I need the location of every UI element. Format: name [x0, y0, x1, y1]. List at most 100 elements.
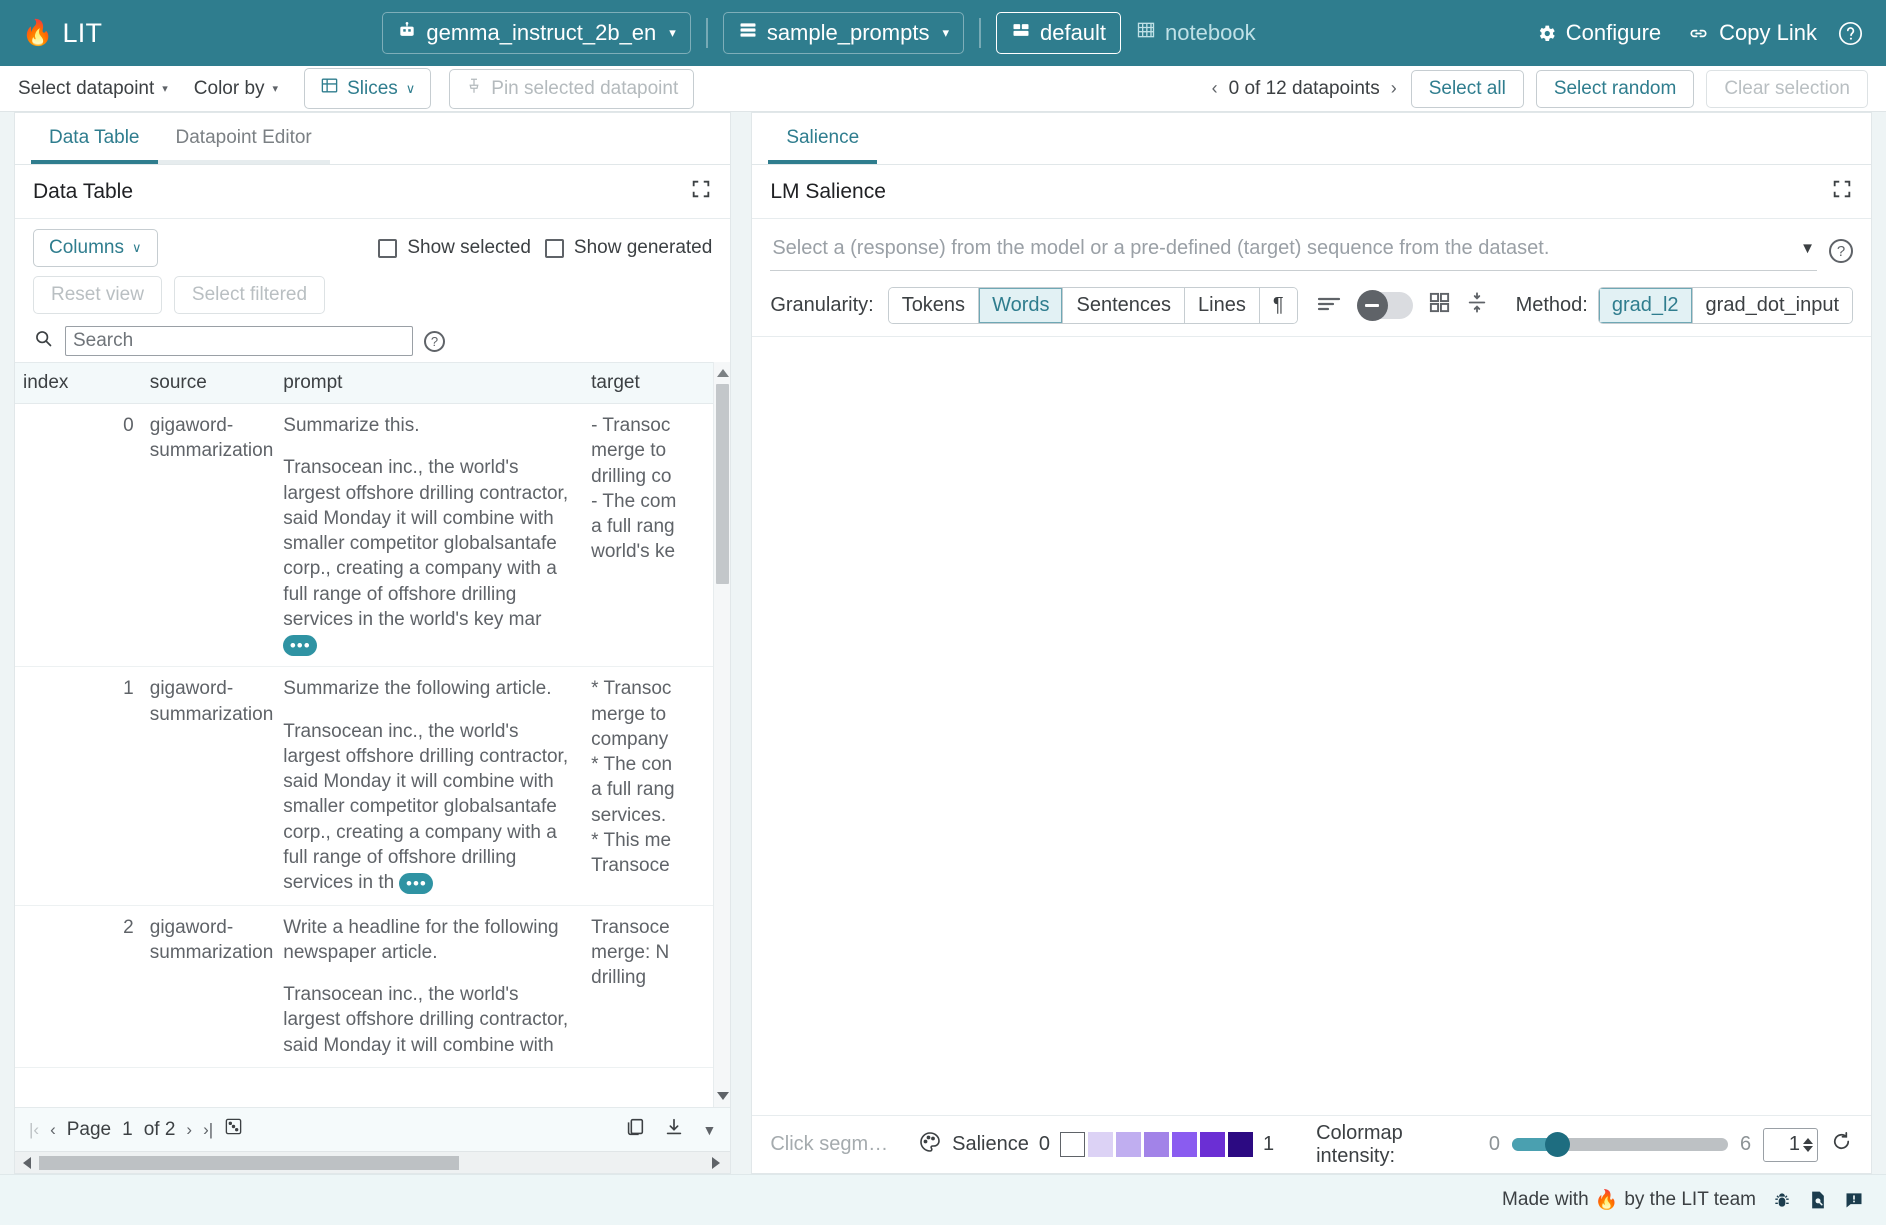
scrollbar-thumb[interactable]	[716, 384, 729, 584]
pin-selected-datapoint-button[interactable]: Pin selected datapoint	[449, 69, 694, 109]
colormap-slider[interactable]	[1512, 1138, 1728, 1151]
search-icon	[33, 328, 54, 354]
chevron-down-icon: ▾	[162, 82, 168, 95]
layout-default-button[interactable]: default	[996, 12, 1121, 54]
target-line: services.	[591, 803, 722, 828]
toggle-switch-icon[interactable]	[1357, 292, 1413, 319]
vertical-density-icon[interactable]	[1466, 291, 1488, 320]
col-header-target[interactable]: target	[583, 363, 730, 404]
salience-canvas[interactable]	[752, 337, 1871, 1115]
data-table-scroll[interactable]: index source prompt target 0 gigaword-su…	[15, 362, 730, 1107]
granularity-option-paragraph[interactable]: ¶	[1260, 288, 1297, 323]
stepper-arrows-icon[interactable]	[1803, 1138, 1813, 1152]
model-selector[interactable]: gemma_instruct_2b_en ▾	[382, 12, 690, 54]
expand-more-chip[interactable]: •••	[399, 873, 433, 894]
show-generated-checkbox[interactable]: Show generated	[545, 237, 712, 259]
select-datapoint-dropdown[interactable]: Select datapoint ▾	[18, 78, 168, 100]
copy-link-button[interactable]: Copy Link	[1687, 20, 1817, 46]
next-datapoint-arrow[interactable]: ›	[1391, 78, 1397, 99]
feedback-icon[interactable]	[1844, 1190, 1864, 1210]
cell-target: * Transoc merge to company * The con a f…	[583, 667, 730, 905]
dice-icon[interactable]	[224, 1117, 243, 1142]
col-header-source[interactable]: source	[142, 363, 276, 404]
grid-view-icon[interactable]	[1428, 291, 1451, 320]
table-row[interactable]: 1 gigaword-summarization Summarize the f…	[15, 667, 730, 905]
expand-icon[interactable]	[690, 178, 712, 206]
download-icon[interactable]	[663, 1116, 685, 1144]
slices-button[interactable]: Slices ∨	[304, 68, 431, 109]
target-line: a full rang	[591, 777, 722, 802]
reset-icon[interactable]	[1830, 1130, 1853, 1159]
palette-icon[interactable]	[918, 1130, 942, 1160]
scroll-right-arrow-icon[interactable]	[712, 1157, 720, 1169]
scroll-up-arrow-icon[interactable]	[717, 369, 729, 377]
bug-icon[interactable]	[1772, 1190, 1792, 1210]
help-button[interactable]	[1837, 20, 1864, 47]
reset-view-button[interactable]: Reset view	[33, 276, 162, 314]
salience-scale-min: 0	[1039, 1133, 1050, 1156]
target-line: Transoce	[591, 915, 722, 940]
select-random-button[interactable]: Select random	[1536, 70, 1695, 108]
link-icon	[1687, 22, 1710, 45]
prev-datapoint-arrow[interactable]: ‹	[1212, 78, 1218, 99]
hscrollbar-thumb[interactable]	[39, 1156, 459, 1170]
expand-more-chip[interactable]: •••	[283, 635, 317, 656]
granularity-option-sentences[interactable]: Sentences	[1063, 288, 1185, 323]
align-lines-icon[interactable]	[1316, 293, 1342, 319]
scroll-left-arrow-icon[interactable]	[23, 1157, 31, 1169]
header-divider-1	[706, 18, 708, 48]
colormap-label: Colormap intensity:	[1316, 1122, 1477, 1168]
dataset-selector[interactable]: sample_prompts ▾	[723, 12, 964, 54]
help-circle-icon[interactable]: ?	[1829, 239, 1853, 263]
cell-prompt: Summarize the following article. Transoc…	[275, 667, 583, 905]
show-selected-checkbox[interactable]: Show selected	[378, 237, 531, 259]
robot-icon	[397, 20, 417, 46]
search-input[interactable]	[65, 326, 413, 356]
pager-overflow-caret-icon[interactable]: ▼	[702, 1122, 716, 1138]
select-all-button[interactable]: Select all	[1411, 70, 1524, 108]
col-header-index[interactable]: index	[15, 363, 142, 404]
slider-knob[interactable]	[1545, 1132, 1570, 1157]
select-filtered-button[interactable]: Select filtered	[174, 276, 325, 314]
clear-selection-button[interactable]: Clear selection	[1706, 70, 1868, 108]
help-circle-icon[interactable]: ?	[424, 331, 445, 352]
table-row[interactable]: 0 gigaword-summarization Summarize this.…	[15, 404, 730, 667]
copy-icon[interactable]	[624, 1116, 646, 1144]
granularity-option-lines[interactable]: Lines	[1185, 288, 1260, 323]
salience-legend: Salience 0 1	[918, 1130, 1274, 1160]
granularity-option-tokens[interactable]: Tokens	[889, 288, 979, 323]
last-page-button[interactable]: ›|	[203, 1120, 213, 1140]
layout-notebook-button[interactable]: notebook	[1121, 12, 1271, 54]
granularity-option-words[interactable]: Words	[979, 288, 1063, 323]
prev-page-button[interactable]: ‹	[50, 1120, 56, 1140]
color-by-dropdown[interactable]: Color by ▾	[194, 78, 278, 100]
select-filtered-label: Select filtered	[192, 284, 307, 305]
configure-button[interactable]: Configure	[1536, 20, 1661, 46]
prompt-line: Transocean inc., the world's largest off…	[283, 982, 575, 1058]
cell-prompt: Write a headline for the following newsp…	[275, 905, 583, 1067]
table-row[interactable]: 2 gigaword-summarization Write a headlin…	[15, 905, 730, 1067]
target-line: * This me	[591, 828, 722, 853]
method-option-grad-l2[interactable]: grad_l2	[1599, 288, 1693, 323]
sequence-select[interactable]: Select a (response) from the model or a …	[770, 231, 1817, 271]
scroll-down-arrow-icon[interactable]	[717, 1092, 729, 1100]
tab-datapoint-editor[interactable]: Datapoint Editor	[158, 127, 330, 164]
first-page-button[interactable]: |‹	[29, 1120, 39, 1140]
col-header-prompt[interactable]: prompt	[275, 363, 583, 404]
table-horizontal-scrollbar[interactable]	[15, 1151, 730, 1173]
tab-data-table-label: Data Table	[49, 127, 140, 148]
table-vertical-scrollbar[interactable]	[713, 362, 730, 1107]
doc-search-icon[interactable]	[1808, 1190, 1828, 1210]
expand-icon[interactable]	[1831, 178, 1853, 206]
columns-button[interactable]: Columns ∨	[33, 229, 158, 267]
data-table-body-rows: 0 gigaword-summarization Summarize this.…	[15, 404, 730, 1068]
data-table-head: index source prompt target	[15, 363, 730, 404]
copy-link-label: Copy Link	[1719, 20, 1817, 46]
tab-salience[interactable]: Salience	[768, 127, 877, 164]
colormap-value-stepper[interactable]: 1	[1763, 1128, 1818, 1162]
next-page-button[interactable]: ›	[186, 1120, 192, 1140]
page-number: 1	[122, 1119, 133, 1141]
chevron-down-icon[interactable]: ▼	[1800, 240, 1815, 257]
method-option-grad-dot-input[interactable]: grad_dot_input	[1693, 288, 1852, 323]
tab-data-table[interactable]: Data Table	[31, 127, 158, 164]
